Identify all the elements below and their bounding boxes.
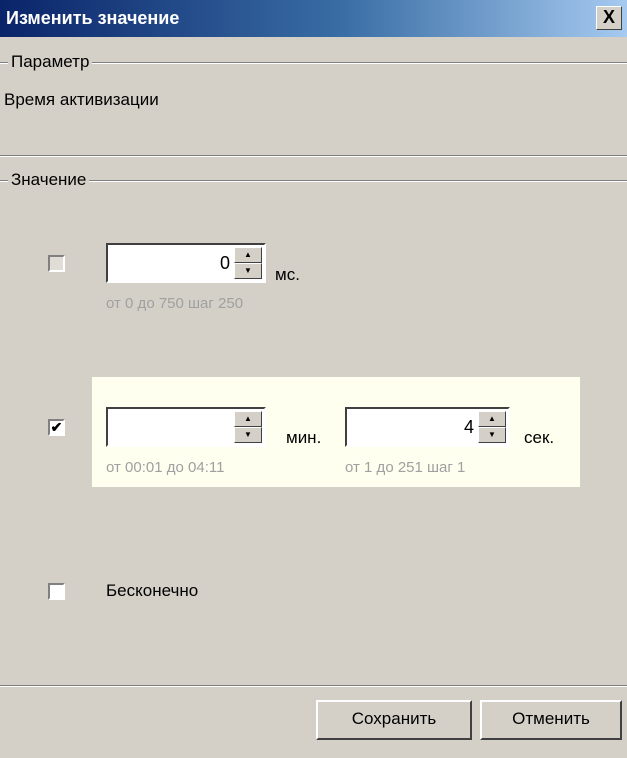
- seconds-spinbox[interactable]: 4 ▲ ▼: [345, 407, 510, 447]
- ms-spin-buttons: ▲ ▼: [234, 247, 262, 279]
- seconds-value: 4: [463, 417, 474, 437]
- title-bar[interactable]: Изменить значение X: [0, 0, 627, 37]
- parameter-name: Время активизации: [4, 90, 159, 109]
- seconds-hint: от 1 до 251 шаг 1: [345, 459, 466, 476]
- value-group-line: [0, 180, 627, 182]
- ms-checkbox[interactable]: [48, 255, 65, 272]
- parameter-group-bottom: [0, 155, 627, 157]
- ms-unit: мс.: [275, 265, 300, 284]
- ms-hint: от 0 до 750 шаг 250: [106, 295, 244, 312]
- seconds-down-arrow-icon[interactable]: ▼: [478, 427, 506, 443]
- ms-value: 0: [219, 253, 230, 273]
- minutes-up-arrow-icon[interactable]: ▲: [234, 411, 262, 427]
- minutes-spinbox[interactable]: ▲ ▼: [106, 407, 266, 447]
- cancel-button[interactable]: Отменить: [480, 700, 622, 740]
- infinite-label: Бесконечно: [106, 581, 199, 600]
- parameter-group-line: [0, 62, 627, 64]
- time-checkbox[interactable]: ✔: [48, 419, 65, 436]
- seconds-unit: сек.: [524, 428, 555, 447]
- infinite-checkbox[interactable]: [48, 583, 65, 600]
- close-button[interactable]: X: [596, 6, 622, 30]
- minutes-unit: мин.: [286, 428, 322, 447]
- parameter-group-label: Параметр: [8, 52, 93, 72]
- minutes-spin-buttons: ▲ ▼: [234, 411, 262, 443]
- dialog-title: Изменить значение: [6, 8, 180, 28]
- ms-spinbox[interactable]: 0 ▲ ▼: [106, 243, 266, 283]
- minutes-hint: от 00:01 до 04:11: [106, 459, 225, 476]
- ms-down-arrow-icon[interactable]: ▼: [234, 263, 262, 279]
- seconds-spin-buttons: ▲ ▼: [478, 411, 506, 443]
- footer-divider: [0, 685, 627, 687]
- seconds-up-arrow-icon[interactable]: ▲: [478, 411, 506, 427]
- value-group-label: Значение: [8, 170, 90, 190]
- save-button[interactable]: Сохранить: [316, 700, 472, 740]
- ms-up-arrow-icon[interactable]: ▲: [234, 247, 262, 263]
- minutes-down-arrow-icon[interactable]: ▼: [234, 427, 262, 443]
